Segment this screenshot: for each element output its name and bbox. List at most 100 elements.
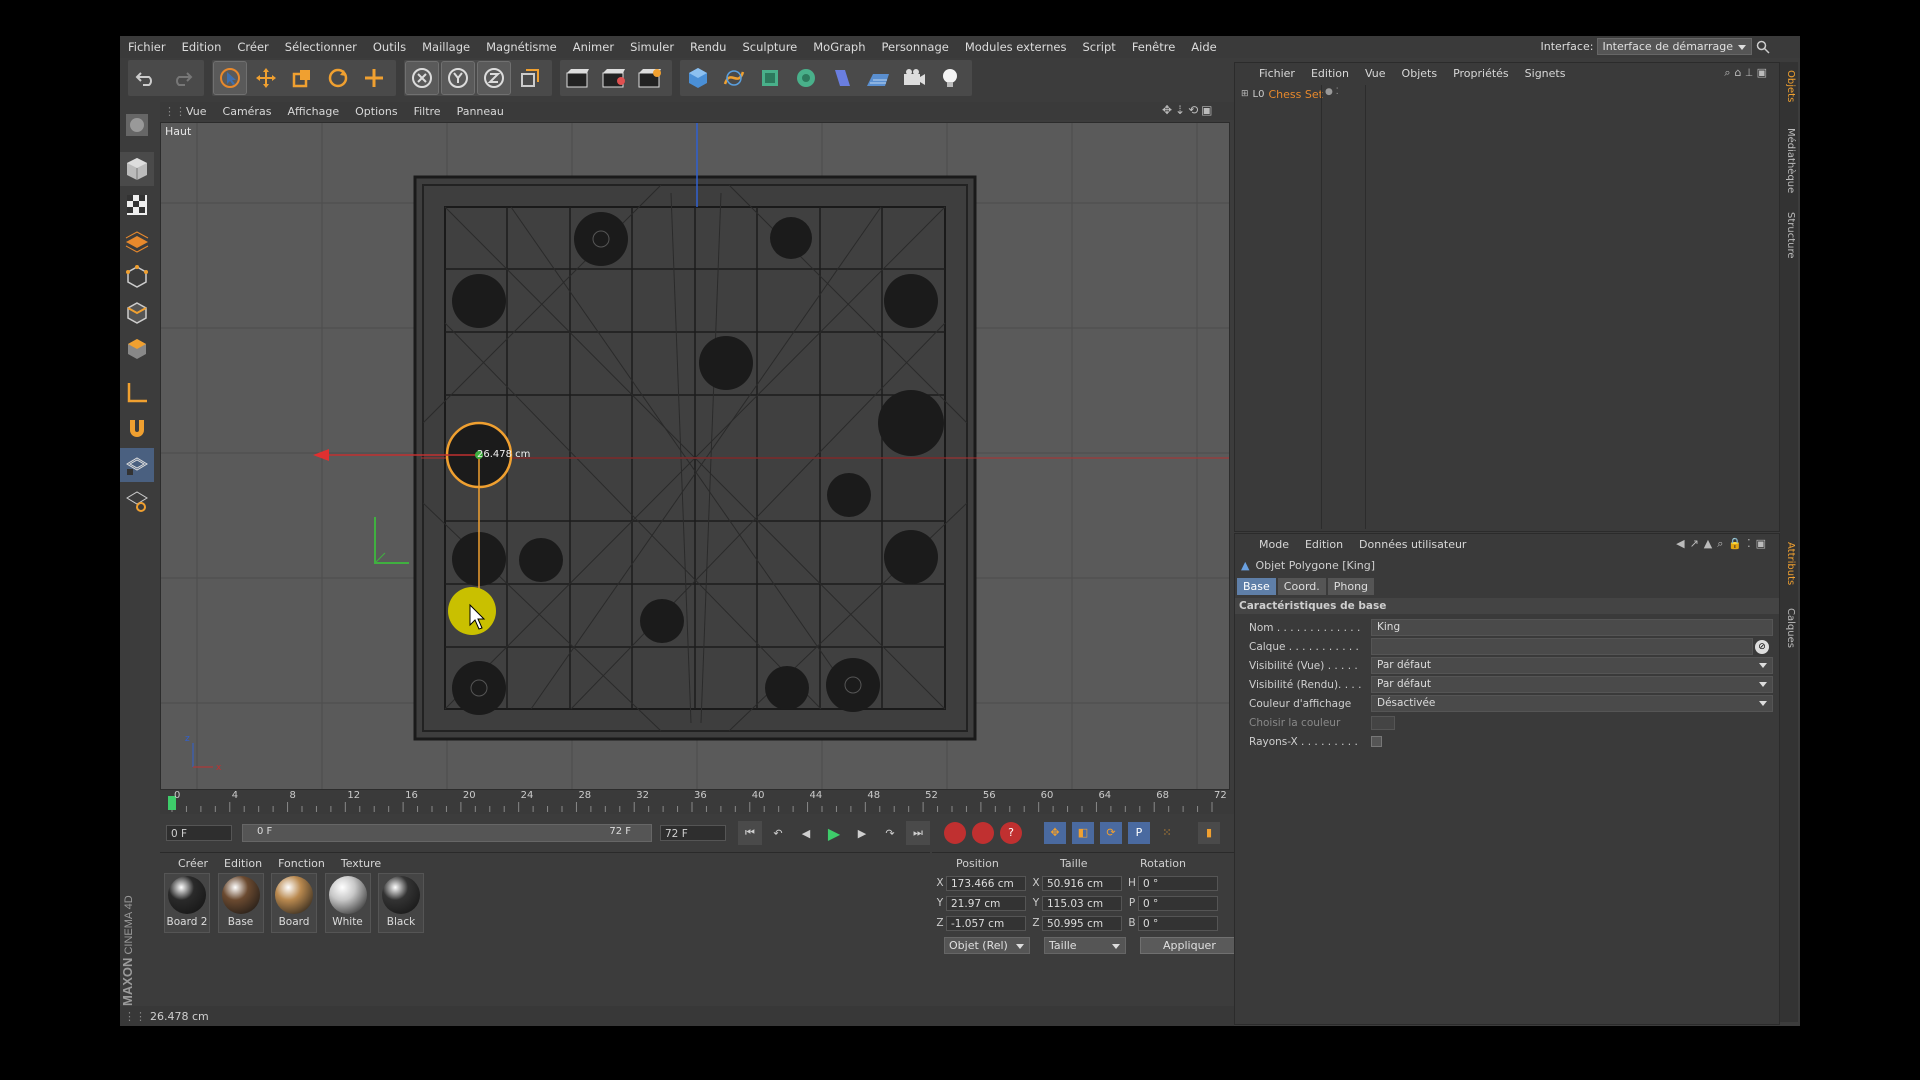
menu-magnetisme[interactable]: Magnétisme [478, 40, 565, 54]
render-settings-icon[interactable] [634, 62, 666, 94]
om-menu-signets[interactable]: Signets [1517, 67, 1574, 80]
visibility-dots[interactable]: ● ⁚ [1325, 87, 1339, 97]
record-icon[interactable] [944, 822, 966, 844]
render-view-icon[interactable] [562, 62, 594, 94]
material-menu-creer[interactable]: Créer [170, 857, 216, 870]
display-color-dropdown[interactable]: Désactivée [1371, 695, 1773, 712]
menu-sculpture[interactable]: Sculpture [734, 40, 805, 54]
rotation-h-field[interactable]: 0 ° [1138, 875, 1218, 891]
side-tab-structure[interactable]: Structure [1782, 212, 1796, 259]
menu-rendu[interactable]: Rendu [682, 40, 734, 54]
visibility-view-dropdown[interactable]: Par défaut [1371, 657, 1773, 674]
timeline-ruler[interactable]: 04812162024283236404448525660646872 0 F [160, 790, 1350, 814]
side-tab-attributs[interactable]: Attributs [1782, 542, 1796, 585]
side-tab-calques[interactable]: Calques [1782, 608, 1796, 648]
coords-size-dropdown[interactable]: Taille [1044, 937, 1126, 954]
mograph-cloner-icon[interactable] [790, 62, 822, 94]
camera-icon[interactable] [898, 62, 930, 94]
viewport-nav-icons[interactable]: ✥⇣⟲▣ [1162, 103, 1216, 117]
size-x-field[interactable]: 50.916 cm [1042, 875, 1122, 891]
layer-clear-icon[interactable]: ⊘ [1755, 639, 1769, 654]
size-y-field[interactable]: 115.03 cm [1042, 895, 1122, 911]
material-board[interactable]: Board [271, 873, 317, 933]
spline-icon[interactable] [718, 62, 750, 94]
end-frame-field[interactable]: 72 F [660, 825, 726, 841]
menu-mograph[interactable]: MoGraph [805, 40, 873, 54]
am-nav-icons[interactable]: ◀↗▲⌕🔒⁚▣ [1676, 537, 1771, 551]
deformer-icon[interactable] [826, 62, 858, 94]
axis-mode-icon[interactable] [120, 376, 154, 410]
locked-workplane-icon[interactable] [120, 484, 154, 518]
z-axis-lock-icon[interactable] [477, 61, 511, 95]
polygons-mode-icon[interactable] [120, 332, 154, 366]
xray-checkbox[interactable] [1371, 736, 1382, 747]
apply-button[interactable]: Appliquer [1140, 937, 1239, 954]
autokey-icon[interactable] [972, 822, 994, 844]
menu-modules-externes[interactable]: Modules externes [957, 40, 1075, 54]
rotate-tool-icon[interactable] [322, 62, 354, 94]
menu-aide[interactable]: Aide [1183, 40, 1224, 54]
rotation-b-field[interactable]: 0 ° [1138, 915, 1218, 931]
search-icon[interactable] [1756, 40, 1770, 54]
viewport-menu-vue[interactable]: Vue [178, 105, 215, 118]
menu-simuler[interactable]: Simuler [622, 40, 682, 54]
menu-maillage[interactable]: Maillage [414, 40, 478, 54]
menu-edition[interactable]: Edition [174, 40, 230, 54]
viewport-menu-filtre[interactable]: Filtre [406, 105, 449, 118]
undo-icon[interactable] [130, 62, 162, 94]
menu-selectionner[interactable]: Sélectionner [277, 40, 365, 54]
menu-creer[interactable]: Créer [229, 40, 276, 54]
model-mode-icon[interactable] [120, 152, 154, 186]
name-input[interactable]: King [1371, 619, 1773, 636]
material-black[interactable]: Black [378, 873, 424, 933]
menu-animer[interactable]: Animer [565, 40, 622, 54]
material-menu-fonction[interactable]: Fonction [270, 857, 333, 870]
select-tool-icon[interactable] [213, 61, 247, 95]
render-picture-viewer-icon[interactable] [598, 62, 630, 94]
om-menu-proprietes[interactable]: Propriétés [1445, 67, 1517, 80]
nurbs-icon[interactable] [754, 62, 786, 94]
interface-dropdown[interactable]: Interface de démarrage [1597, 38, 1752, 55]
menu-script[interactable]: Script [1074, 40, 1123, 54]
side-tab-objets[interactable]: Objets [1782, 70, 1796, 102]
viewport-menu-affichage[interactable]: Affichage [279, 105, 347, 118]
material-menu-edition[interactable]: Edition [216, 857, 270, 870]
am-menu-edition[interactable]: Edition [1297, 538, 1351, 551]
side-tab-mediatheque[interactable]: Médiathèque [1782, 128, 1796, 193]
object-row-chess-set[interactable]: ⊞ L0 Chess Set [1235, 85, 1365, 103]
magnet-icon[interactable] [120, 412, 154, 446]
position-x-field[interactable]: 173.466 cm [946, 875, 1026, 891]
expand-icon[interactable]: ⊞ [1241, 89, 1249, 99]
move-tool-icon[interactable] [250, 62, 282, 94]
points-mode-icon[interactable] [120, 260, 154, 294]
y-axis-lock-icon[interactable] [441, 61, 475, 95]
menu-fichier[interactable]: Fichier [120, 40, 174, 54]
viewport-menu-options[interactable]: Options [347, 105, 405, 118]
menu-outils[interactable]: Outils [365, 40, 414, 54]
next-key-icon[interactable]: ↷ [878, 821, 902, 845]
om-toolbar-icons[interactable]: ⌕⌂⟂▣ [1724, 66, 1771, 80]
cube-primitive-icon[interactable] [682, 62, 714, 94]
size-z-field[interactable]: 50.995 cm [1042, 915, 1122, 931]
menu-personnage[interactable]: Personnage [873, 40, 956, 54]
material-menu-texture[interactable]: Texture [333, 857, 389, 870]
x-axis-lock-icon[interactable] [405, 61, 439, 95]
om-menu-vue[interactable]: Vue [1357, 67, 1394, 80]
am-menu-mode[interactable]: Mode [1251, 538, 1297, 551]
redo-icon[interactable] [166, 62, 198, 94]
rotation-p-field[interactable]: 0 ° [1138, 895, 1218, 911]
position-z-field[interactable]: -1.057 cm [946, 915, 1026, 931]
material-board2[interactable]: Board 2 [164, 873, 210, 933]
om-menu-objets[interactable]: Objets [1394, 67, 1446, 80]
keyframe-selection-icon[interactable]: ? [1000, 822, 1022, 844]
timeline-window-icon[interactable]: ▮ [1198, 822, 1220, 844]
menu-fenetre[interactable]: Fenêtre [1124, 40, 1183, 54]
coords-mode-dropdown[interactable]: Objet (Rel) [944, 937, 1030, 954]
go-to-end-icon[interactable]: ⏭ [906, 821, 930, 845]
floor-icon[interactable] [862, 62, 894, 94]
frame-range-slider[interactable]: 0 F 72 F [242, 824, 652, 842]
color-swatch[interactable] [1371, 715, 1395, 730]
viewport-menu-cameras[interactable]: Caméras [215, 105, 280, 118]
tab-base[interactable]: Base [1237, 577, 1276, 595]
key-position-icon[interactable]: ✥ [1044, 822, 1066, 844]
